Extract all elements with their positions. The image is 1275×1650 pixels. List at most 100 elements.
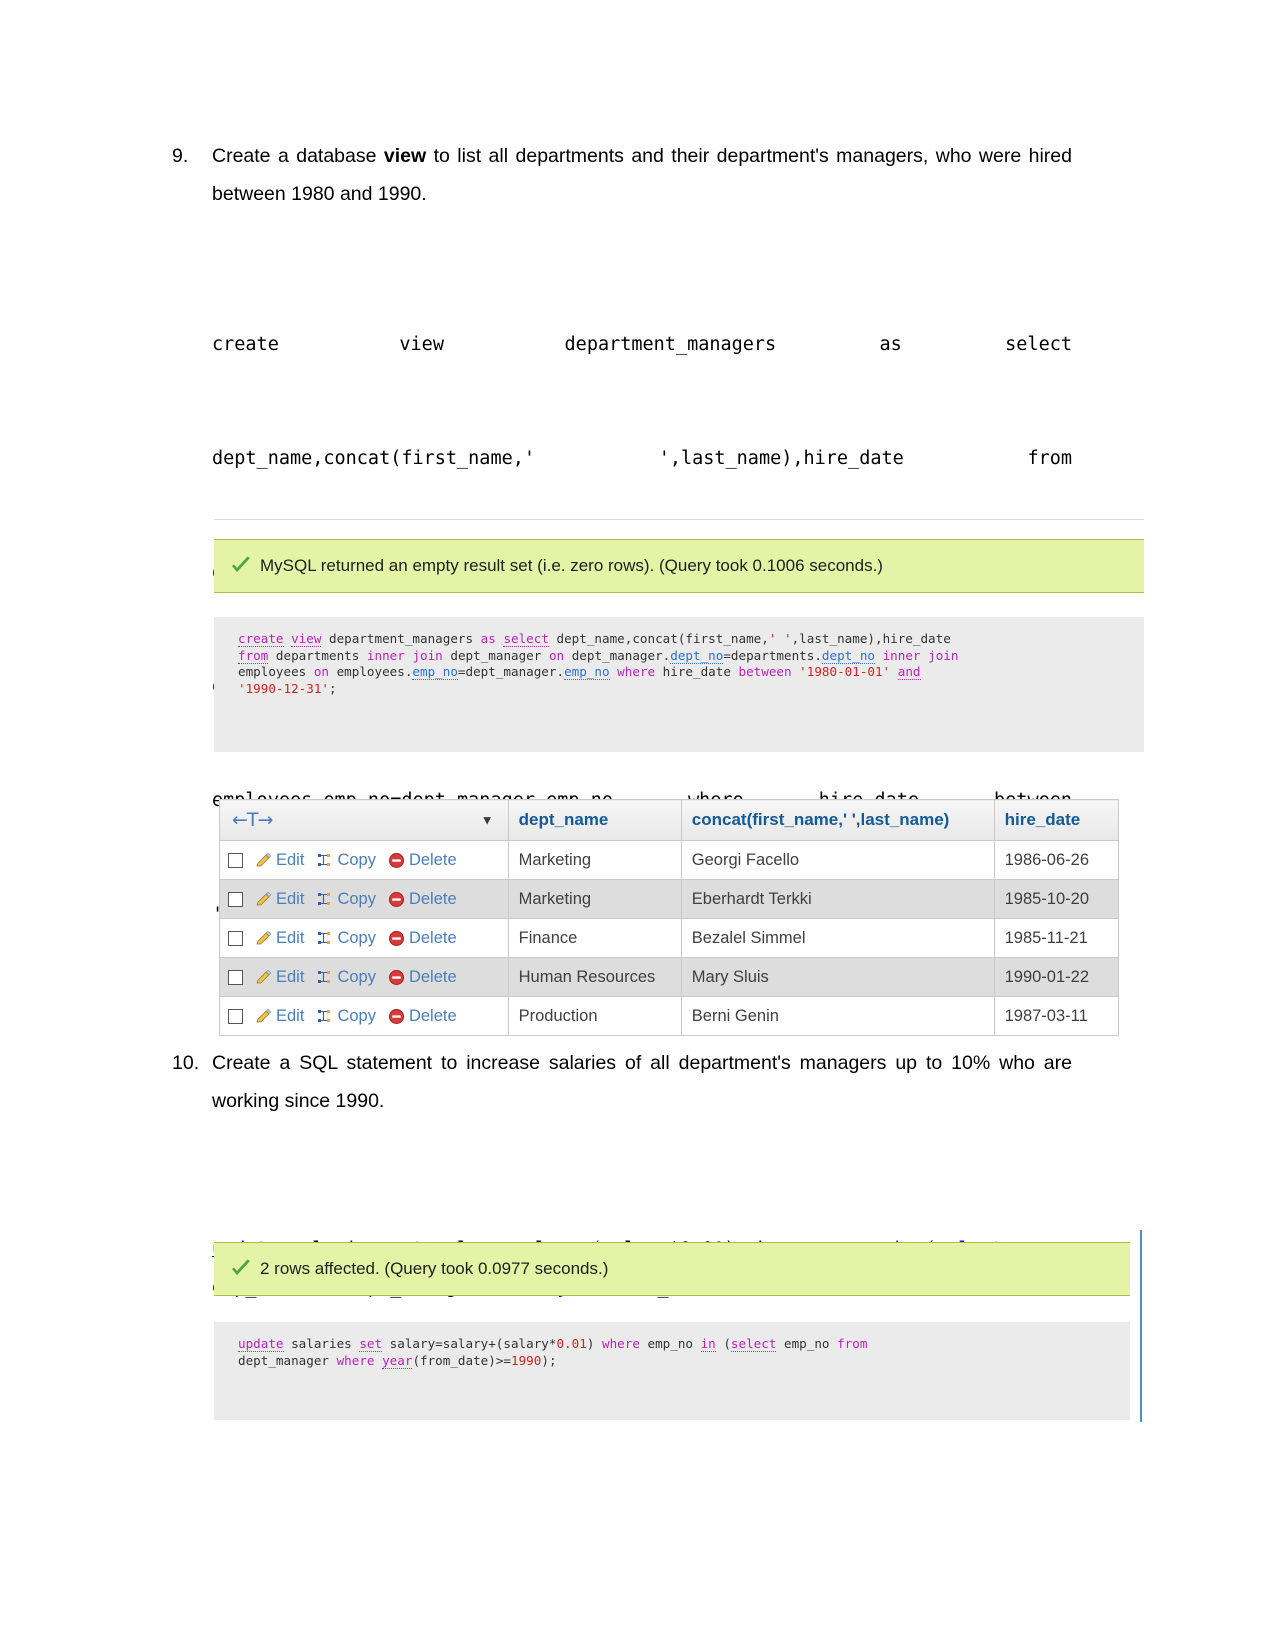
cell-dept-name: Marketing (507, 879, 682, 919)
column-header-dept-name[interactable]: dept_name (507, 799, 682, 841)
table-row: Edit Copy Delete Marketing Eberhardt Terkki 1… (219, 879, 1120, 919)
sql-keyword: inner (882, 647, 921, 663)
sql-keyword: where (336, 1352, 375, 1368)
row-actions: Edit Copy Delete (228, 929, 500, 948)
delete-icon (388, 891, 405, 908)
row-actions-cell: Edit Copy Delete (219, 957, 509, 997)
row-action-edit-button[interactable]: Edit (255, 851, 304, 870)
sql-text: =departments. (723, 647, 822, 663)
row-select-checkbox[interactable] (228, 969, 243, 985)
sql-text: (from_date)>= (412, 1352, 512, 1368)
divider-rule (214, 519, 1144, 520)
sql-column: emp_no (412, 664, 458, 680)
q9-keyword-view: view (383, 145, 427, 167)
row-action-label: Delete (408, 1006, 457, 1025)
cell-manager-name: Mary Sluis (680, 957, 995, 997)
sql-keyword: where (601, 1336, 640, 1351)
table-row: Edit Copy Delete Human Resources Mary Sluis 1… (219, 957, 1120, 997)
query-result-message-10: 2 rows affected. (Query took 0.0977 seco… (260, 1259, 609, 1278)
row-action-delete-button[interactable]: Delete (388, 851, 457, 870)
row-action-delete-button[interactable]: Delete (388, 1007, 457, 1026)
sql9-line-1: create view department_managers as selec… (212, 334, 1072, 355)
row-action-edit-button[interactable]: Edit (255, 1007, 304, 1026)
question-10-number: 10. (172, 1052, 200, 1074)
sql-text: ) (586, 1336, 602, 1351)
row-action-label: Edit (276, 928, 305, 947)
sql-highlight-line: from departments inner join dept_manager… (238, 647, 1128, 665)
column-header-concat-name[interactable]: concat(first_name,' ',last_name) (680, 799, 995, 841)
row-actions-cell: Edit Copy Delete (219, 918, 509, 958)
sql-keyword: view (291, 631, 322, 647)
cell-hire-date: 1985-10-20 (993, 879, 1120, 919)
sql9-line-2: dept_name,concat(first_name,' ',last_nam… (212, 448, 1072, 469)
row-action-delete-button[interactable]: Delete (388, 929, 457, 948)
results-header-row: ←T→ ▼ dept_name concat(first_name,' ',la… (219, 799, 1120, 841)
sql-text: salaries (283, 1336, 360, 1351)
sql-text: emp_no (639, 1336, 701, 1351)
row-action-edit-button[interactable]: Edit (255, 929, 304, 948)
row-action-label: Edit (276, 850, 305, 869)
query-result-banner-9: MySQL returned an empty result set (i.e.… (214, 539, 1144, 593)
sql-highlight-line: employees on employees.emp_no=dept_manag… (238, 664, 1128, 681)
cell-manager-name: Georgi Facello (680, 840, 995, 880)
sql-literal: '1990-12-31' (238, 680, 329, 696)
sql-text: dept_manager (238, 1352, 337, 1368)
sql-keyword: join (412, 647, 443, 663)
row-action-delete-button[interactable]: Delete (388, 890, 457, 909)
row-select-checkbox[interactable] (228, 930, 243, 946)
table-row: Edit Copy Delete Production Berni Genin 1987-… (219, 996, 1120, 1036)
row-actions: Edit Copy Delete (228, 968, 500, 987)
green-check-icon (230, 1258, 252, 1280)
copy-icon (316, 1008, 333, 1025)
chevron-down-icon[interactable]: ▼ (481, 813, 494, 828)
sql-highlight-line: '1990-12-31'; (238, 681, 1128, 698)
row-action-edit-button[interactable]: Edit (255, 968, 304, 987)
row-select-checkbox[interactable] (228, 852, 243, 868)
row-actions-cell: Edit Copy Delete (219, 840, 509, 880)
executed-sql-code-10: update salaries set salary=salary+(salar… (238, 1336, 1114, 1369)
sql-text: department_managers (321, 631, 481, 646)
sort-direction-icon[interactable]: ←T→ (232, 809, 273, 831)
row-action-delete-button[interactable]: Delete (388, 968, 457, 987)
sql-text: salary=salary+(salary* (382, 1336, 557, 1351)
row-action-edit-button[interactable]: Edit (255, 890, 304, 909)
sql-keyword: select (503, 631, 549, 647)
sql-keyword: on (548, 647, 565, 663)
delete-icon (388, 852, 405, 869)
cell-manager-name: Bezalel Simmel (680, 918, 995, 958)
sql-text: ( (715, 1336, 731, 1351)
delete-icon (388, 969, 405, 986)
cell-manager-name: Eberhardt Terkki (680, 879, 995, 919)
sql-keyword: year (382, 1352, 413, 1369)
row-select-checkbox[interactable] (228, 891, 243, 907)
green-check-icon (230, 555, 252, 577)
pencil-icon (255, 969, 272, 986)
sql-literal: ' ' (768, 631, 792, 646)
row-action-copy-button[interactable]: Copy (316, 968, 376, 987)
sql-text: departments (268, 647, 367, 663)
column-header-hire-date[interactable]: hire_date (993, 799, 1120, 841)
row-action-label: Edit (276, 889, 305, 908)
row-action-copy-button[interactable]: Copy (316, 1007, 376, 1026)
sql-highlight-line: create view department_managers as selec… (238, 631, 1128, 648)
row-actions: Edit Copy Delete (228, 1007, 500, 1026)
row-action-label: Delete (408, 850, 457, 869)
row-action-copy-button[interactable]: Copy (316, 929, 376, 948)
delete-icon (388, 930, 405, 947)
sql-highlight-line: update salaries set salary=salary+(salar… (238, 1336, 1114, 1353)
cell-hire-date: 1985-11-21 (993, 918, 1120, 958)
query-result-message-9: MySQL returned an empty result set (i.e.… (260, 556, 883, 575)
row-action-copy-button[interactable]: Copy (316, 890, 376, 909)
sql-literal: 0.01 (556, 1336, 587, 1351)
delete-icon (388, 1008, 405, 1025)
sql-column: dept_no (670, 647, 724, 664)
row-controls-header[interactable]: ←T→ ▼ (219, 799, 509, 841)
cell-dept-name: Production (507, 996, 682, 1036)
copy-icon (316, 891, 333, 908)
sql-text: dept_name,concat(first_name, (548, 631, 769, 646)
question-9-text: Create a database view to list all depar… (212, 137, 1072, 213)
row-action-copy-button[interactable]: Copy (316, 851, 376, 870)
row-select-checkbox[interactable] (228, 1008, 243, 1024)
